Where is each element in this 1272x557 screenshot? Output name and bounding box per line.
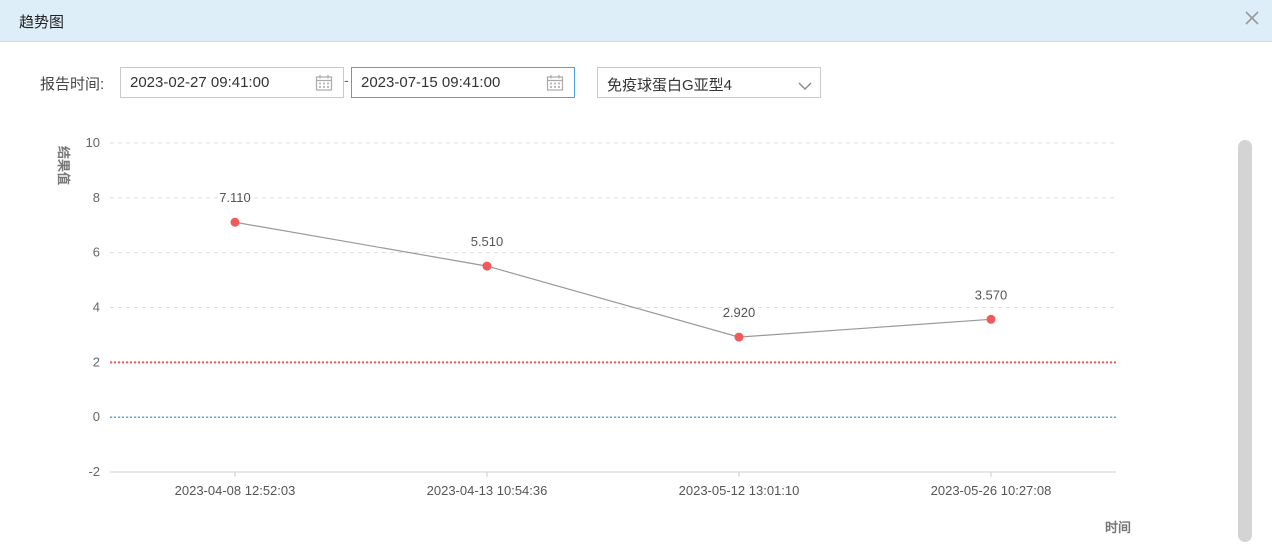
x-axis-title: 时间 xyxy=(1105,520,1131,535)
data-label: 3.570 xyxy=(975,287,1008,302)
data-point xyxy=(230,217,240,227)
end-date-field[interactable] xyxy=(351,67,575,98)
x-tick-label: 2023-05-26 10:27:08 xyxy=(931,483,1052,498)
y-tick-label: 2 xyxy=(93,354,100,369)
y-tick-label: -2 xyxy=(88,464,100,479)
data-point xyxy=(986,314,996,324)
x-tick-label: 2023-05-12 13:01:10 xyxy=(679,483,800,498)
x-tick-label: 2023-04-13 10:54:36 xyxy=(427,483,548,498)
calendar-icon[interactable] xyxy=(546,74,564,92)
test-item-value: 免疫球蛋白G亚型4 xyxy=(607,77,733,94)
x-tick-label: 2023-04-08 12:52:03 xyxy=(175,483,296,498)
trend-chart: -2 0 2 4 6 8 10 2023-04-08 12:52:03 2023-04-13 1… xyxy=(56,135,1131,535)
y-tick-label: 10 xyxy=(86,135,100,150)
y-tick-label: 6 xyxy=(93,245,100,260)
data-label: 5.510 xyxy=(471,234,504,249)
start-date-input[interactable] xyxy=(121,68,311,97)
report-time-label: 报告时间: xyxy=(40,76,105,93)
close-icon[interactable] xyxy=(1238,6,1266,34)
y-tick-label: 8 xyxy=(93,190,100,205)
dialog-title: 趋势图 xyxy=(19,14,65,31)
data-point xyxy=(482,261,492,271)
start-date-field[interactable] xyxy=(120,67,344,98)
data-label: 2.920 xyxy=(723,305,756,320)
y-tick-label: 4 xyxy=(93,300,100,315)
y-axis-title: 结果值 xyxy=(56,146,71,185)
calendar-icon[interactable] xyxy=(315,74,333,92)
data-point xyxy=(734,332,744,342)
chevron-down-icon[interactable] xyxy=(798,78,812,90)
vertical-scrollbar[interactable] xyxy=(1238,140,1252,542)
dialog-header: 趋势图 xyxy=(0,0,1272,42)
data-label: 7.110 xyxy=(219,190,251,205)
date-range-separator: - xyxy=(344,72,349,88)
y-tick-label: 0 xyxy=(93,409,100,424)
end-date-input[interactable] xyxy=(352,68,542,97)
test-item-select[interactable]: 免疫球蛋白G亚型4 xyxy=(597,67,821,98)
series-line xyxy=(234,221,992,338)
